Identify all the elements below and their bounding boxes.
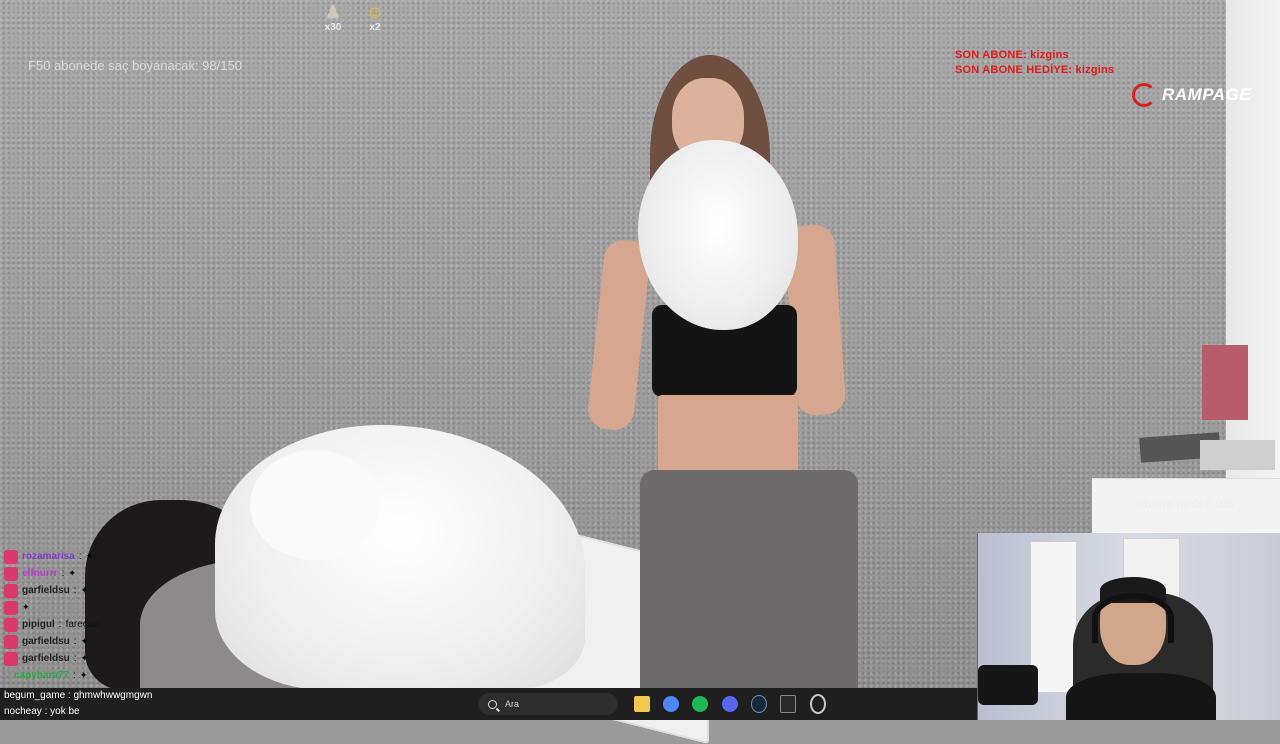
chat-username: begum_game	[4, 690, 66, 701]
user-badge-icon	[4, 617, 18, 632]
epic-games-icon[interactable]	[778, 694, 798, 714]
emote-badge: ☺ x2	[360, 2, 390, 36]
emote-icon: ✦	[79, 670, 88, 680]
chat-text: farecan	[65, 619, 99, 630]
user-badge-icon	[4, 549, 18, 564]
search-icon	[488, 699, 497, 709]
sub-goal-text: F50 abonede saç boyanacak: 98/150	[28, 58, 242, 73]
streamer-torso	[658, 395, 798, 480]
user-badge-icon	[4, 634, 18, 649]
taskbar: begum_game : ghmwhwwgmgwn nocheay : yok …	[0, 688, 977, 720]
user-badge-icon	[4, 600, 18, 615]
separator: :	[58, 619, 62, 630]
spotify-icon[interactable]	[690, 694, 710, 714]
file-explorer-icon[interactable]	[632, 694, 652, 714]
separator: :	[78, 551, 82, 562]
box	[1202, 345, 1248, 420]
headset-icon	[1092, 593, 1174, 643]
chat-username: nocheay	[4, 706, 42, 717]
chat-message: garfieldsu: ✦	[0, 633, 260, 650]
last-gift: SON ABONE HEDİYE: kizgins	[955, 64, 1115, 76]
chat-message: nocheay : yok be	[4, 706, 80, 717]
chat-username: rozamarisa	[22, 551, 75, 562]
emote-icon: ✦	[68, 568, 76, 578]
chat-username: elfnurrr	[22, 568, 58, 579]
taskbar-search[interactable]: Ara	[478, 693, 618, 715]
separator: :	[73, 653, 77, 664]
streamer-pants	[640, 470, 858, 690]
user-badge-icon	[4, 566, 18, 581]
chat-message: capybara77: ✦	[0, 667, 260, 684]
chrome-icon[interactable]	[661, 694, 681, 714]
fur-pile-top	[250, 450, 380, 560]
windows-start-icon[interactable]	[454, 694, 474, 714]
obs-icon[interactable]	[808, 694, 828, 714]
chat-username: pipigul	[22, 619, 55, 630]
viewer-badge: ♟ x30	[318, 2, 348, 36]
chat-username: capybara77	[14, 670, 70, 681]
figure-icon: ♟	[324, 2, 342, 22]
brand-name: RAMPAGE	[1162, 85, 1252, 104]
emote-icon: ✦	[22, 602, 30, 612]
chat-text: yok be	[50, 706, 80, 717]
badge-count: x2	[369, 22, 381, 33]
emote-icon: ✦	[80, 653, 89, 663]
badge-count: x30	[324, 22, 342, 33]
emoji-icon: ☺	[365, 2, 385, 22]
emote-icon: ✦	[85, 551, 94, 561]
chat-message: elfnurrr: ✦	[0, 565, 260, 582]
separator: :	[73, 670, 76, 681]
chat-message: begum_game : ghmwhwwgmgwn	[4, 690, 153, 701]
chat-username: garfieldsu	[22, 653, 70, 664]
latest-sub-info: SON ABONE: kizgins SON ABONE HEDİYE: kiz…	[955, 48, 1114, 78]
chat-message: rozamarisa: ✦	[0, 548, 260, 565]
chat-username: garfieldsu	[22, 585, 70, 596]
microphone	[978, 665, 1038, 705]
chat-overlay: rozamarisa: ✦ elfnurrr: ✦ garfieldsu: ✦ …	[0, 548, 260, 684]
discord-icon[interactable]	[720, 694, 740, 714]
chat-message: garfieldsu: ✦	[0, 650, 260, 667]
steam-icon[interactable]	[749, 694, 769, 714]
chat-message: ✦	[0, 599, 260, 616]
webcam-inset	[977, 533, 1280, 720]
chat-message: pipigul: farecan	[0, 616, 260, 633]
separator: :	[61, 568, 65, 579]
emote-icon: ✦	[80, 636, 89, 646]
user-badge-icon	[4, 583, 18, 598]
box	[1200, 440, 1275, 470]
held-fur-item	[638, 140, 798, 330]
rampage-logo-icon	[1132, 83, 1156, 107]
viewer-body	[1066, 673, 1216, 720]
emote-icon: ✦	[80, 585, 89, 595]
last-sub: SON ABONE: kizgins	[955, 49, 1069, 61]
shelf-items	[1139, 345, 1280, 475]
chat-text: ghmwhwwgmgwn	[73, 690, 153, 701]
chat-message: garfieldsu: ✦	[0, 582, 260, 599]
user-badge-icon	[4, 651, 18, 666]
chat-username: garfieldsu	[22, 636, 70, 647]
search-placeholder: Ara	[505, 699, 520, 709]
separator: :	[73, 636, 77, 647]
separator: :	[73, 585, 77, 596]
subscriber-goal: abone hedefi 0/5	[1137, 496, 1234, 511]
streamer-arm	[586, 238, 652, 432]
sponsor-logo: RAMPAGE	[1132, 82, 1251, 108]
